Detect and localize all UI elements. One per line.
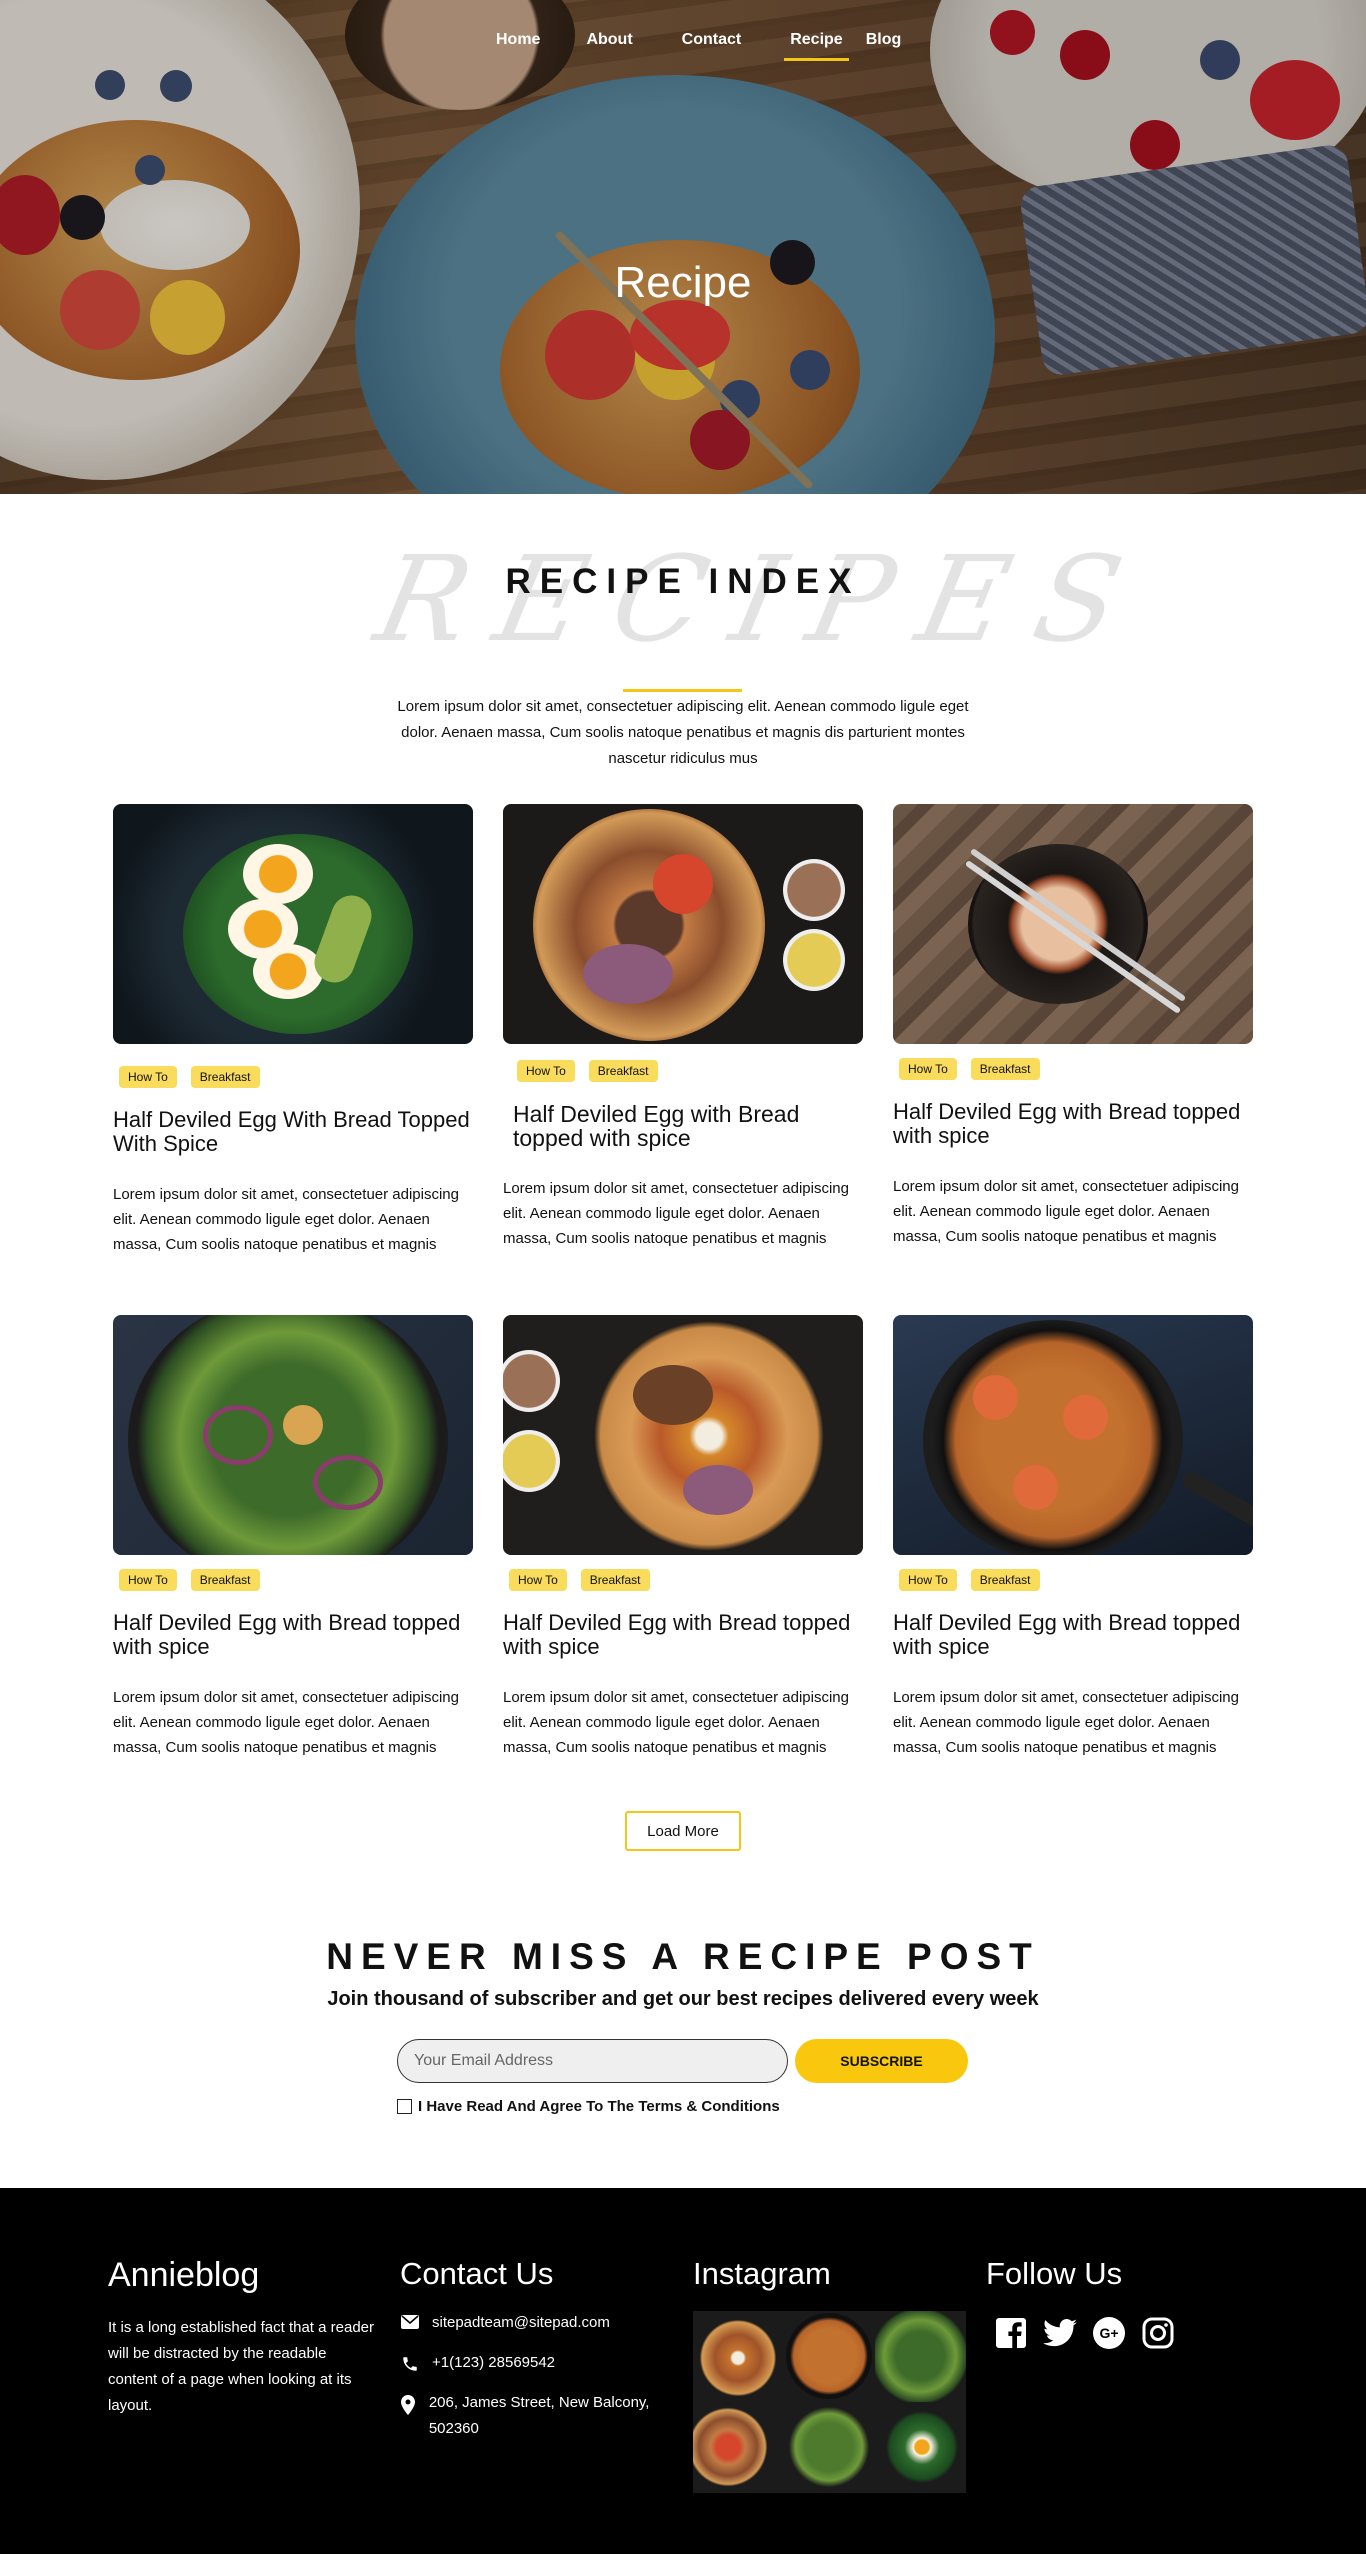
tag-how-to[interactable]: How To	[119, 1066, 177, 1088]
subscribe-button[interactable]: SUBSCRIBE	[795, 2039, 968, 2083]
section-intro: Lorem ipsum dolor sit amet, consectetuer…	[397, 698, 969, 767]
recipe-title[interactable]: Half Deviled Egg with Bread topped with …	[513, 1102, 863, 1150]
load-more-button[interactable]: Load More	[625, 1811, 741, 1851]
svg-text:G+: G+	[1099, 2325, 1118, 2341]
footer-about-column: Annieblog It is a long established fact …	[108, 2256, 378, 2419]
tag-breakfast[interactable]: Breakfast	[190, 1569, 260, 1591]
email-input[interactable]	[397, 2039, 788, 2083]
terms-checkbox-row[interactable]: I Have Read And Agree To The Terms & Con…	[397, 2098, 780, 2115]
recipe-card: How To Breakfast Half Deviled Egg with B…	[503, 1315, 863, 1760]
terms-checkbox[interactable]	[397, 2099, 412, 2114]
contact-address-text: 206, James Street, New Balcony, 502360	[428, 2394, 650, 2437]
footer-follow-title: Follow Us	[986, 2256, 1123, 2291]
recipe-excerpt: Lorem ipsum dolor sit amet, consectetuer…	[893, 1178, 1239, 1245]
nav-home[interactable]: Home	[496, 31, 540, 49]
facebook-icon[interactable]	[993, 2315, 1029, 2351]
contact-email[interactable]: sitepadteam@sitepad.com	[400, 2310, 610, 2336]
recipe-image-noodle-bowl[interactable]	[503, 804, 863, 1044]
envelope-icon	[400, 2310, 420, 2329]
instagram-thumb[interactable]	[784, 2311, 875, 2402]
footer-about-text: It is a long established fact that a rea…	[108, 2319, 374, 2414]
instagram-thumb[interactable]	[875, 2311, 966, 2402]
recipe-excerpt: Lorem ipsum dolor sit amet, consectetuer…	[113, 1689, 459, 1756]
tag-how-to[interactable]: How To	[509, 1569, 567, 1591]
nav-blog[interactable]: Blog	[866, 31, 902, 49]
page-title: Recipe	[614, 258, 752, 307]
section-title: RECIPE INDEX	[505, 562, 861, 601]
tag-breakfast[interactable]: Breakfast	[580, 1569, 650, 1591]
phone-icon	[400, 2350, 420, 2373]
hero-banner: Home About Contact Recipe Blog Recipe	[0, 0, 1366, 494]
recipe-card: How To Breakfast Half Deviled Egg With B…	[113, 804, 473, 1257]
tag-breakfast[interactable]: Breakfast	[970, 1058, 1040, 1080]
map-pin-icon	[400, 2390, 417, 2415]
newsletter-title: NEVER MISS A RECIPE POST	[326, 1936, 1040, 1977]
instagram-grid	[693, 2311, 966, 2493]
twitter-icon[interactable]	[1042, 2315, 1078, 2351]
contact-phone[interactable]: +1(123) 28569542	[400, 2350, 555, 2376]
tag-breakfast[interactable]: Breakfast	[970, 1569, 1040, 1591]
nav-about[interactable]: About	[586, 31, 632, 49]
tag-how-to[interactable]: How To	[899, 1058, 957, 1080]
nav-recipe[interactable]: Recipe	[784, 31, 850, 61]
nav-contact[interactable]: Contact	[682, 31, 742, 49]
footer-follow-column: Follow Us	[986, 2256, 1122, 2292]
tag-breakfast[interactable]: Breakfast	[588, 1060, 658, 1082]
recipe-card: How To Breakfast Half Deviled Egg with B…	[113, 1315, 473, 1760]
contact-email-text: sitepadteam@sitepad.com	[432, 2314, 610, 2331]
recipe-image-green-salad[interactable]	[113, 1315, 473, 1555]
newsletter-subtitle: Join thousand of subscriber and get our …	[327, 1988, 1039, 2010]
terms-label: I Have Read And Agree To The Terms & Con…	[418, 2098, 780, 2115]
instagram-thumb[interactable]	[693, 2402, 784, 2493]
recipe-card: How To Breakfast Half Deviled Egg with B…	[503, 804, 863, 1251]
recipe-title[interactable]: Half Deviled Egg With Bread Topped With …	[113, 1108, 473, 1156]
instagram-icon[interactable]	[1140, 2315, 1176, 2351]
footer-instagram-column: Instagram	[693, 2256, 831, 2292]
recipe-image-stone-pot[interactable]	[893, 804, 1253, 1044]
recipe-excerpt: Lorem ipsum dolor sit amet, consectetuer…	[503, 1180, 849, 1247]
tag-how-to[interactable]: How To	[517, 1060, 575, 1082]
recipe-title[interactable]: Half Deviled Egg with Bread topped with …	[893, 1100, 1253, 1148]
recipe-card: How To Breakfast Half Deviled Egg with B…	[893, 1315, 1253, 1760]
tag-breakfast[interactable]: Breakfast	[190, 1066, 260, 1088]
tag-how-to[interactable]: How To	[119, 1569, 177, 1591]
footer-brand[interactable]: Annieblog	[108, 2256, 378, 2295]
title-underline	[623, 689, 742, 692]
instagram-thumb[interactable]	[875, 2402, 966, 2493]
site-footer: Annieblog It is a long established fact …	[0, 2188, 1366, 2554]
instagram-thumb[interactable]	[693, 2311, 784, 2402]
contact-address: 206, James Street, New Balcony, 502360	[400, 2390, 660, 2442]
footer-contact-column: Contact Us	[400, 2256, 553, 2292]
recipe-excerpt: Lorem ipsum dolor sit amet, consectetuer…	[893, 1689, 1239, 1756]
contact-phone-text: +1(123) 28569542	[432, 2354, 556, 2371]
instagram-thumb[interactable]	[784, 2402, 875, 2493]
recipe-excerpt: Lorem ipsum dolor sit amet, consectetuer…	[503, 1689, 849, 1756]
recipe-image-ramen-bowl[interactable]	[503, 1315, 863, 1555]
recipe-title[interactable]: Half Deviled Egg with Bread topped with …	[503, 1611, 863, 1659]
footer-contact-title: Contact Us	[400, 2256, 554, 2291]
main-nav: Home About Contact Recipe Blog	[496, 31, 902, 61]
google-plus-icon[interactable]: G+	[1091, 2315, 1127, 2351]
recipe-image-shrimp-spaghetti[interactable]	[893, 1315, 1253, 1555]
recipe-title[interactable]: Half Deviled Egg with Bread topped with …	[113, 1611, 473, 1659]
social-links: G+	[993, 2315, 1176, 2351]
recipe-image-egg-avocado[interactable]	[113, 804, 473, 1044]
recipe-card: How To Breakfast Half Deviled Egg with B…	[893, 804, 1253, 1249]
recipe-title[interactable]: Half Deviled Egg with Bread topped with …	[893, 1611, 1253, 1659]
recipe-excerpt: Lorem ipsum dolor sit amet, consectetuer…	[113, 1186, 459, 1253]
footer-instagram-title: Instagram	[693, 2256, 831, 2291]
tag-how-to[interactable]: How To	[899, 1569, 957, 1591]
